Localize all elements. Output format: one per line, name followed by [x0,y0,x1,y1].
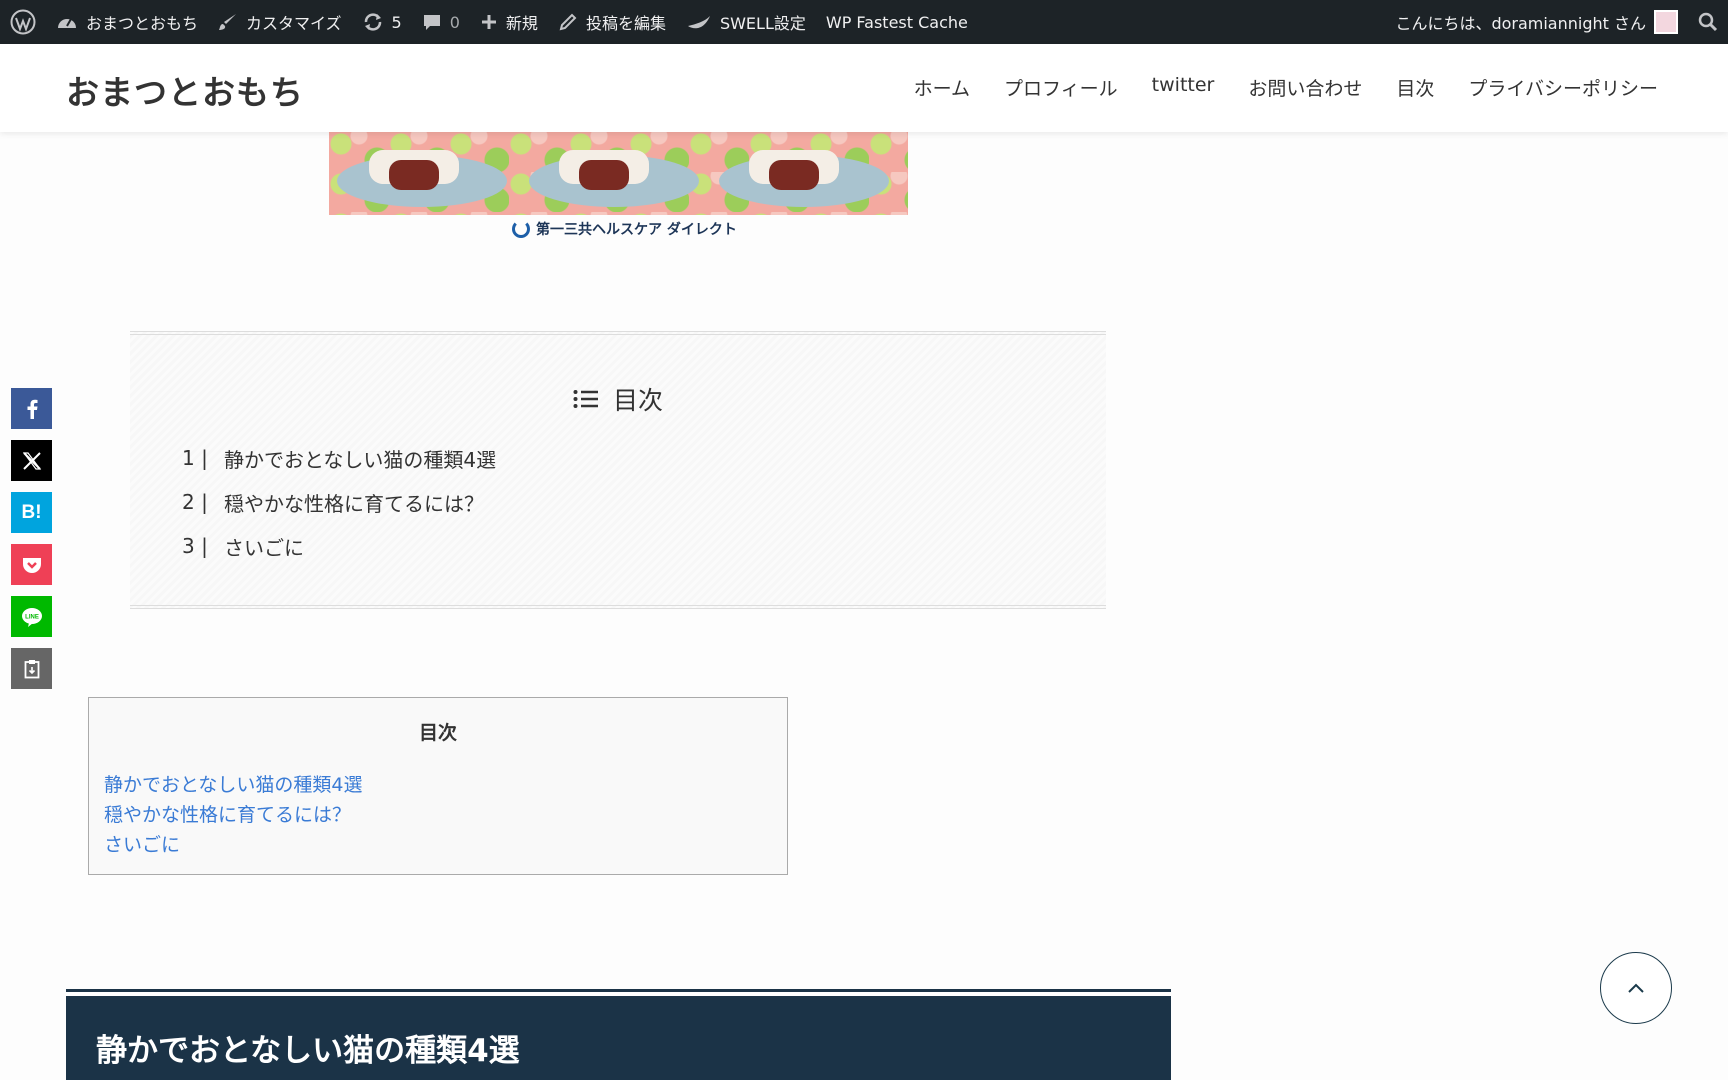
dashboard-icon [58,18,76,28]
table-of-contents: 目次 1 | 静かでおとなしい猫の種類4選 2 | 穏やかな性格に育てるには？ … [130,331,1106,609]
toc-title-label: 目次 [612,386,663,415]
pocket-icon [22,557,41,573]
search-icon [1698,12,1718,32]
toc-title: 目次 [130,381,1106,417]
toc2-link[interactable]: 穏やかな性格に育てるには？ [104,800,363,830]
updates-link[interactable]: 5 [352,0,412,44]
toc-item[interactable]: 2 | 穏やかな性格に育てるには？ [182,480,496,524]
admin-search[interactable] [1688,0,1728,44]
nav-item-profile[interactable]: プロフィール [1004,74,1118,101]
updates-count: 5 [391,12,402,32]
plus-icon [481,15,496,29]
new-label: 新規 [505,14,538,33]
pencil-icon [559,13,577,31]
ad-glove [579,160,629,190]
list-icon [573,390,598,408]
ad-sponsor: 第一三共ヘルスケア ダイレクト [512,219,737,239]
comment-icon [423,15,440,30]
wp-admin-bar: おまつとおもち カスタマイズ 5 0 新規 投稿を編集 SWELL設定 WP F… [0,0,1728,44]
toc-item-label: 穏やかな性格に育てるには？ [224,491,484,516]
customize-link[interactable]: カスタマイズ [208,0,352,44]
site-title[interactable]: おまつとおもち [66,66,304,114]
refresh-icon [364,13,381,31]
edit-post-label: 投稿を編集 [585,14,666,33]
nav-item-home[interactable]: ホーム [914,74,970,101]
nav-item-toc[interactable]: 目次 [1396,74,1434,101]
toc-item[interactable]: 3 | さいごに [182,524,496,568]
comments-link[interactable]: 0 [412,0,470,44]
toc2-link[interactable]: さいごに [104,830,363,860]
comments-count: 0 [449,12,460,32]
clipboard-icon [24,659,39,678]
facebook-share-button[interactable] [11,388,52,429]
toc-item-number: 2 | [182,490,208,514]
customize-label: カスタマイズ [246,14,342,33]
wp-fastest-cache-label: WP Fastest Cache [825,12,968,32]
site-header: おまつとおもち ホーム プロフィール twitter お問い合わせ 目次 プライ… [0,44,1728,132]
share-buttons: B! LINE [11,388,52,689]
toc2-list: 静かでおとなしい猫の種類4選 穏やかな性格に育てるには？ さいごに [104,770,363,860]
line-icon: LINE [21,607,42,627]
x-icon [22,451,41,470]
ad-glove [769,160,819,190]
chevron-up-icon [1628,983,1644,993]
copy-link-button[interactable] [11,648,52,689]
toc-item-number: 3 | [182,534,208,558]
brush-icon [219,14,237,30]
swell-settings-link[interactable]: SWELL設定 [676,0,816,44]
ad-banner-image[interactable] [329,132,908,215]
line-share-button[interactable]: LINE [11,596,52,637]
hatena-label: B! [21,501,42,523]
toc-item[interactable]: 1 | 静かでおとなしい猫の種類4選 [182,436,496,480]
nav-item-contact[interactable]: お問い合わせ [1248,74,1362,101]
wordpress-icon [10,9,36,35]
toc-item-label: 静かでおとなしい猫の種類4選 [224,447,497,472]
swell-settings-label: SWELL設定 [719,14,806,33]
nav-item-privacy[interactable]: プライバシーポリシー [1468,74,1658,101]
toc-list: 1 | 静かでおとなしい猫の種類4選 2 | 穏やかな性格に育てるには？ 3 |… [182,436,496,568]
section-heading: 静かでおとなしい猫の種類4選 [66,992,1171,1080]
greeting-label: こんにちは、doramiannight さん [1395,14,1646,33]
facebook-icon [27,399,37,419]
sponsor-logo-icon [512,220,530,238]
section-heading-text: 静かでおとなしい猫の種類4選 [96,1033,520,1069]
toc-item-number: 1 | [182,446,208,470]
toc2-link[interactable]: 静かでおとなしい猫の種類4選 [104,770,363,800]
pocket-button[interactable] [11,544,52,585]
toc-item-label: さいごに [224,535,304,560]
swell-bird-icon [687,16,710,29]
wp-logo-menu[interactable] [0,0,46,44]
back-to-top-button[interactable] [1600,952,1672,1024]
hatena-bookmark-button[interactable]: B! [11,492,52,533]
x-share-button[interactable] [11,440,52,481]
site-name-menu[interactable]: おまつとおもち [46,0,208,44]
edit-post-link[interactable]: 投稿を編集 [548,0,676,44]
avatar [1654,10,1678,34]
wp-fastest-cache-menu[interactable]: WP Fastest Cache [816,0,978,44]
account-menu[interactable]: こんにちは、doramiannight さん [1385,0,1688,44]
global-nav: ホーム プロフィール twitter お問い合わせ 目次 プライバシーポリシー [914,74,1658,101]
new-content-menu[interactable]: 新規 [470,0,548,44]
ad-glove [389,160,439,190]
site-name-label: おまつとおもち [86,14,199,33]
ad-sponsor-label: 第一三共ヘルスケア ダイレクト [536,222,737,238]
toc2-title: 目次 [418,722,457,744]
line-label: LINE [25,614,39,620]
plugin-table-of-contents: 目次 静かでおとなしい猫の種類4選 穏やかな性格に育てるには？ さいごに [88,697,788,875]
nav-item-twitter[interactable]: twitter [1152,74,1215,101]
